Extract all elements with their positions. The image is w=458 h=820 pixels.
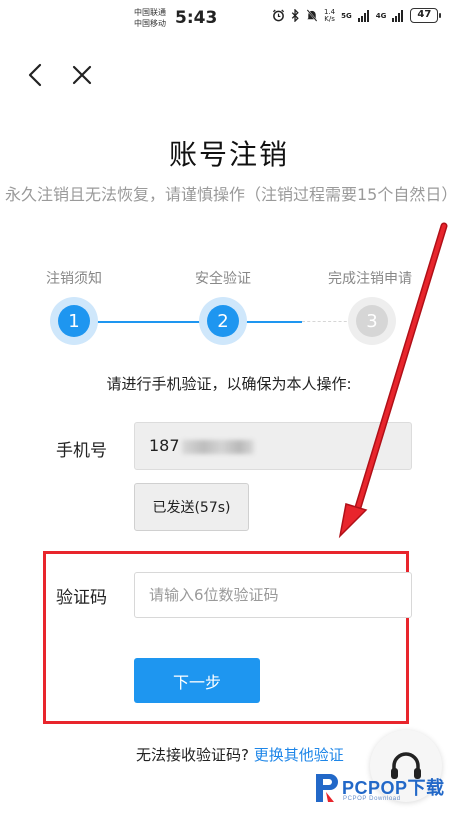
signal-icon (392, 9, 404, 22)
carrier-names: 中国联通 中国移动 (134, 7, 166, 29)
step-circle-2: 2 (199, 297, 247, 345)
step-connector-1 (96, 321, 204, 323)
switch-verification-link[interactable]: 更换其他验证 (254, 746, 344, 764)
code-label: 验证码 (56, 588, 107, 608)
mute-icon (306, 9, 318, 22)
step-circle-1: 1 (50, 297, 98, 345)
phone-label: 手机号 (56, 441, 107, 461)
signal-2-label: 4G (375, 11, 387, 20)
pcpop-logo-icon (316, 774, 338, 802)
next-step-button[interactable]: 下一步 (134, 658, 260, 703)
step-label-1: 注销须知 (46, 271, 102, 287)
phone-field: 187 (134, 422, 412, 470)
phone-redaction (181, 439, 254, 454)
net-speed: 1.4 K/s (324, 7, 336, 23)
page-title: 账号注销 (168, 138, 289, 171)
step-label-2: 安全验证 (195, 271, 251, 287)
cannot-receive-text: 无法接收验证码? (136, 746, 249, 764)
step-connector-2 (244, 321, 302, 323)
step-number-3: 3 (356, 305, 388, 337)
carrier-2: 中国移动 (134, 19, 166, 28)
alarm-icon (272, 9, 285, 22)
page-subtitle: 永久注销且无法恢复，请谨慎操作（注销过程需要15个自然日） (5, 185, 458, 204)
step-circle-3: 3 (348, 297, 396, 345)
close-button[interactable] (68, 60, 96, 90)
step-connector-3 (302, 321, 352, 322)
back-button[interactable] (22, 60, 50, 90)
carrier-1: 中国联通 (134, 8, 166, 17)
verification-code-input[interactable] (134, 572, 412, 618)
signal-icon (357, 9, 369, 22)
battery-indicator: 47 (410, 8, 442, 23)
phone-value: 187 (149, 436, 180, 455)
verification-instruction: 请进行手机验证，以确保为本人操作: (106, 375, 352, 393)
signal-1-label: 5G (341, 11, 352, 20)
watermark-sub: PCPOP Download (343, 796, 401, 802)
status-time: 5:43 (175, 8, 218, 28)
status-bar: 中国联通 中国移动 5:43 1.4 K/s 5G 4G 47 (0, 0, 458, 36)
chevron-left-icon (28, 63, 42, 87)
step-number-2: 2 (207, 305, 239, 337)
footer-help: 无法接收验证码? 更换其他验证 (136, 744, 344, 765)
status-icons: 1.4 K/s 5G 4G 47 (272, 7, 442, 23)
step-number-1: 1 (58, 305, 90, 337)
step-label-3: 完成注销申请 (328, 271, 412, 287)
resend-code-button[interactable]: 已发送(57s) (134, 483, 249, 531)
bluetooth-icon (291, 9, 299, 22)
close-icon (72, 65, 92, 85)
